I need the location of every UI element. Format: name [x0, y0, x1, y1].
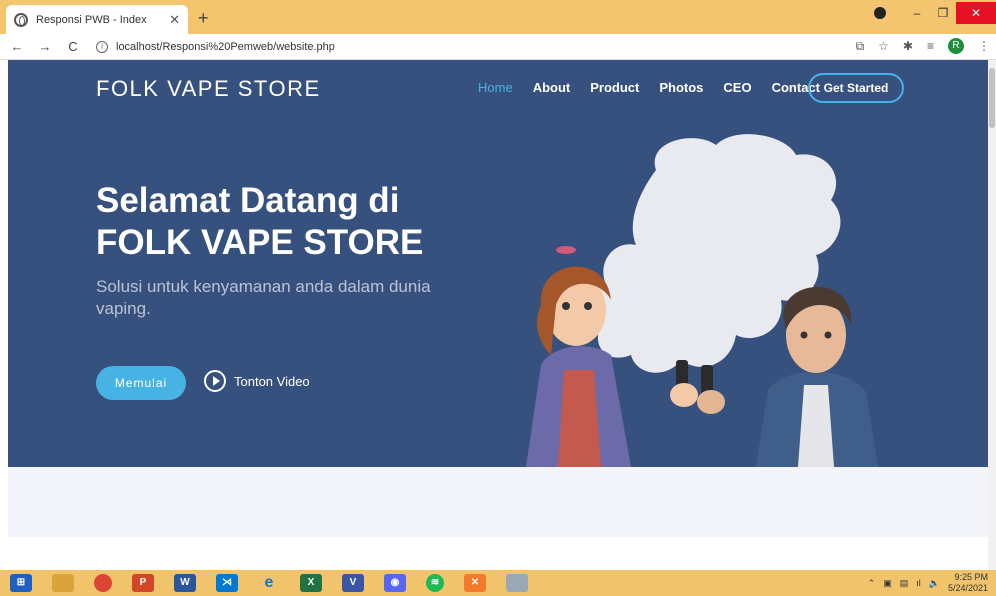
reload-button[interactable]: C: [62, 39, 84, 54]
nav-ceo[interactable]: CEO: [723, 80, 751, 95]
page-scrollbar[interactable]: [988, 60, 996, 570]
translate-icon[interactable]: ⧉: [856, 39, 865, 54]
system-tray: ⌃ ▣ ▤ ıl 🔈 9:25 PM 5/24/2021: [868, 572, 988, 594]
discord-icon[interactable]: ◉: [384, 574, 406, 592]
url-text[interactable]: localhost/Responsi%20Pemweb/website.php: [116, 41, 335, 53]
menu-icon[interactable]: ⋮: [978, 39, 990, 53]
nav-photos[interactable]: Photos: [659, 80, 703, 95]
watch-video-link[interactable]: Tonton Video: [204, 370, 310, 392]
windows-taskbar: ⊞ P W ⋊ e X V ◉ ≋ ✕ ⌃ ▣ ▤ ıl 🔈 9:25 PM 5…: [0, 570, 996, 596]
main-nav: Home About Product Photos CEO Contact: [478, 80, 840, 95]
nav-product[interactable]: Product: [590, 80, 639, 95]
word-icon[interactable]: W: [174, 574, 196, 592]
spotify-icon[interactable]: ≋: [426, 574, 444, 592]
network-icon[interactable]: ▤: [900, 578, 909, 589]
web-page: FOLK VAPE STORE Home About Product Photo…: [0, 60, 996, 570]
start-windows-icon[interactable]: ⊞: [10, 574, 32, 592]
hero-subtitle: Solusi untuk kenyamanan anda dalam dunia…: [96, 277, 431, 318]
browser-tabbar: Responsi PWB - Index ✕ + – ❐ ✕: [0, 0, 996, 34]
browser-tab[interactable]: Responsi PWB - Index ✕: [6, 5, 188, 34]
profile-avatar[interactable]: R: [948, 38, 964, 54]
hero-headline: Selamat Datang di FOLK VAPE STORE: [96, 180, 476, 264]
vscode-icon[interactable]: ⋊: [216, 574, 238, 592]
taskbar-clock[interactable]: 9:25 PM 5/24/2021: [948, 572, 988, 594]
hands-vapes: [670, 360, 725, 414]
bookmark-star-icon[interactable]: ☆: [878, 39, 889, 53]
window-controls: – ❐ ✕: [874, 0, 996, 26]
minimize-button[interactable]: –: [904, 6, 930, 20]
get-started-button[interactable]: Get Started: [808, 73, 904, 103]
record-icon[interactable]: [874, 7, 886, 19]
close-tab-icon[interactable]: ✕: [169, 12, 180, 28]
watch-video-label: Tonton Video: [234, 373, 310, 389]
signal-icon[interactable]: ıl: [916, 578, 921, 588]
powerpoint-icon[interactable]: P: [132, 574, 154, 592]
play-icon: [204, 370, 226, 392]
forward-button[interactable]: →: [34, 39, 56, 54]
site-logo[interactable]: FOLK VAPE STORE: [96, 76, 321, 102]
volume-icon[interactable]: 🔈: [929, 578, 940, 589]
hero-section: FOLK VAPE STORE Home About Product Photo…: [8, 60, 990, 467]
headline-line-2: FOLK VAPE STORE: [96, 223, 424, 262]
chrome-icon[interactable]: [94, 574, 112, 592]
restore-button[interactable]: ❐: [930, 6, 956, 20]
info-icon[interactable]: i: [96, 40, 108, 53]
extensions-icon[interactable]: ✱: [903, 39, 913, 53]
reading-list-icon[interactable]: ≡: [927, 39, 934, 53]
xampp-icon[interactable]: ✕: [464, 574, 486, 592]
excel-icon[interactable]: X: [300, 574, 322, 592]
internet-explorer-icon[interactable]: e: [258, 574, 280, 592]
new-tab-button[interactable]: +: [198, 8, 209, 29]
toolbar-right: ⧉ ☆ ✱ ≡ R ⋮: [856, 38, 990, 54]
file-explorer-icon[interactable]: [52, 574, 74, 592]
globe-icon: [14, 12, 28, 27]
address-bar: ← → C i localhost/Responsi%20Pemweb/webs…: [0, 34, 996, 60]
url-field[interactable]: i localhost/Responsi%20Pemweb/website.ph…: [96, 40, 335, 53]
headline-line-1: Selamat Datang di: [96, 181, 400, 220]
clock-time: 9:25 PM: [954, 572, 988, 582]
clock-date: 5/24/2021: [947, 583, 988, 593]
nav-home[interactable]: Home: [478, 80, 513, 95]
nav-about[interactable]: About: [533, 80, 571, 95]
hero-illustration: [526, 134, 878, 467]
tray-chevron-icon[interactable]: ⌃: [868, 578, 876, 589]
back-button[interactable]: ←: [6, 39, 28, 54]
next-section: [8, 467, 990, 537]
start-button[interactable]: Memulai: [96, 366, 186, 400]
scrollbar-thumb[interactable]: [989, 68, 995, 128]
close-window-button[interactable]: ✕: [956, 2, 996, 24]
tab-title: Responsi PWB - Index: [36, 13, 147, 26]
visio-icon[interactable]: V: [342, 574, 364, 592]
tray-app-icon[interactable]: ▣: [883, 578, 892, 589]
network-app-icon[interactable]: [506, 574, 528, 592]
